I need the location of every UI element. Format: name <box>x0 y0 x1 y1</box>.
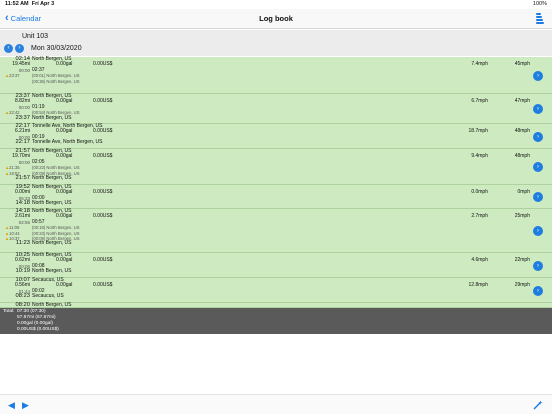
stop-time-label: 21:35 <box>9 165 20 171</box>
trip-end-time: 08:23 <box>15 293 30 300</box>
trip-end-location: Secaucus, US <box>32 293 64 300</box>
trip-row: 21:57 North Bergen, US 19.70mi 0.00gal 0.00U… <box>0 148 552 185</box>
current-date: Mon 30/03/2020 <box>31 45 82 52</box>
trip-detail-button[interactable]: › <box>533 104 543 114</box>
total-label: Total: <box>3 309 15 314</box>
battery-indicator: 100% <box>532 1 547 7</box>
trip-row: 02:14 North Bergen, US 19.45mi 0.00gal 0.00U… <box>0 56 552 94</box>
chevron-right-icon: › <box>537 73 539 79</box>
stop-time-label: 23:37 <box>9 73 20 79</box>
trip-row: 10:25 North Bergen, US 0.62mi 0.00gal 0.00US… <box>0 252 552 278</box>
trip-end-location: North Bergen, US <box>32 240 72 247</box>
trip-end-time: 10:19 <box>15 268 30 275</box>
trip-end-time: 11:23 <box>15 240 30 247</box>
trip-row: 23:37 North Bergen, US 8.82mi 0.00gal 0.00US… <box>0 93 552 124</box>
trip-detail-button[interactable]: › <box>533 192 543 202</box>
trip-row: 22:17 Tonnelle Ave, North Bergen, US 6.21m… <box>0 123 552 149</box>
total-cost: 0.00US$ (0.00US$) <box>17 327 59 332</box>
trip-end-location: North Bergen, US <box>32 200 72 207</box>
chevron-right-icon: › <box>537 164 539 170</box>
unit-header: Unit 103 ‹ › Mon 30/03/2020 <box>0 30 552 56</box>
trip-end-time: 21:57 <box>15 174 30 181</box>
trip-row: 10:07 Secaucus, US 0.56mi 0.00gal 0.00US$ 12.… <box>0 277 552 303</box>
next-arrow-icon[interactable]: ▶ <box>22 400 29 411</box>
chevron-right-icon: › <box>537 194 539 200</box>
status-time: 11:52 AM Fri Apr 3 <box>5 1 55 7</box>
previous-arrow-icon[interactable]: ◀ <box>8 400 15 411</box>
stop-time-label: 11:06 <box>9 225 20 231</box>
trip-detail-button[interactable]: › <box>533 71 543 81</box>
navigation-bar: ‹ Calendar Log book <box>0 9 552 29</box>
date-navigator: ‹ › Mon 30/03/2020 <box>4 44 82 53</box>
chevron-right-icon: › <box>537 106 539 112</box>
total-distance: 57.87mi (57.87mi) <box>17 315 56 320</box>
trip-end-time: 22:17 <box>15 139 30 146</box>
trip-list: 02:14 North Bergen, US 19.45mi 0.00gal 0.00U… <box>0 56 552 308</box>
trip-end-location: Tonnelle Ave, North Bergen, US <box>32 139 103 146</box>
trip-detail-button[interactable]: › <box>533 226 543 236</box>
total-fuel: 0.00gal (0.00gal) <box>17 321 54 326</box>
status-bar: 11:52 AM Fri Apr 3 100% <box>0 0 552 9</box>
unit-label: Unit 103 <box>22 33 49 40</box>
trip-row: 19:52 North Bergen, US 0.00mi 0.00gal 0.00US… <box>0 184 552 209</box>
previous-day-button[interactable]: ‹ <box>4 44 13 53</box>
trip-end-time: 14:18 <box>15 200 30 207</box>
chevron-right-icon: › <box>537 228 539 234</box>
trip-detail-button[interactable]: › <box>533 261 543 271</box>
stop-detail: (00:36) North Bergen, US <box>32 78 80 84</box>
bottom-toolbar: ◀ ▶ <box>0 394 552 414</box>
stop-time-label: 10:44 <box>9 230 20 236</box>
trip-detail-button[interactable]: › <box>533 162 543 172</box>
chevron-right-icon: › <box>537 288 539 294</box>
total-time: 07:30 (07:30) <box>17 309 46 314</box>
stacked-menu-icon[interactable] <box>536 13 544 24</box>
totals-panel: Total: 07:30 (07:30) 57.87mi (57.87mi) 0… <box>0 308 552 334</box>
trip-end-location: North Bergen, US <box>32 268 72 275</box>
trip-end-time: 23:37 <box>15 114 30 121</box>
chevron-right-icon: › <box>537 134 539 140</box>
trip-row: 14:18 North Bergen, US 2.61mi 0.00gal 0.00US… <box>0 208 552 253</box>
trip-detail-button[interactable]: › <box>533 132 543 142</box>
trip-end-location: North Bergen, US <box>32 114 72 121</box>
chevron-right-icon: › <box>537 263 539 269</box>
next-day-button[interactable]: › <box>15 44 24 53</box>
page-title: Log book <box>259 14 293 23</box>
trip-detail-button[interactable]: › <box>533 286 543 296</box>
trip-end-location: North Bergen, US <box>32 174 72 181</box>
magic-wand-icon[interactable] <box>533 400 543 410</box>
